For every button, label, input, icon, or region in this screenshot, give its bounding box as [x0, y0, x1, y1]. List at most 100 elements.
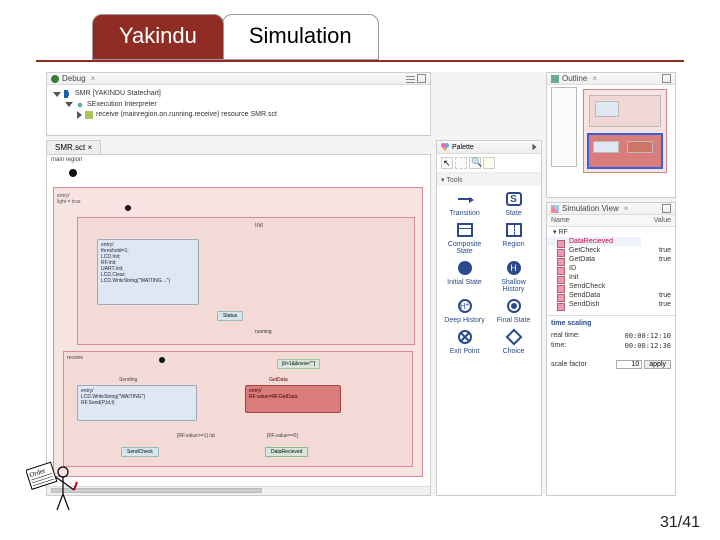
- diagram-canvas[interactable]: main region entry/ light = true Init ent…: [46, 154, 431, 496]
- cell-name: SendData: [547, 291, 641, 300]
- minimize-icon[interactable]: [662, 204, 671, 213]
- note-tool[interactable]: [483, 157, 495, 169]
- cell-name: ID: [547, 264, 641, 273]
- debug-engine-row[interactable]: SExecution Interpreter: [53, 100, 424, 111]
- pal-region[interactable]: Region: [490, 221, 537, 255]
- close-icon[interactable]: ×: [91, 74, 96, 83]
- palette-icon: [441, 143, 449, 151]
- sim-root-row[interactable]: ▾ RF: [547, 227, 675, 238]
- scale-input[interactable]: [616, 360, 642, 369]
- outline-icon: [551, 75, 559, 83]
- ide-screenshot: Debug × SMR [YAKINDU Statechart] SExecut…: [46, 72, 676, 496]
- palette-header: Palette: [437, 141, 541, 154]
- palette-pane: Palette ↖ 🔍 ▾ Tools Transition SState Co…: [436, 140, 542, 496]
- initial-node[interactable]: [159, 357, 165, 363]
- stackframe-icon: [85, 111, 93, 119]
- running-label: running: [255, 329, 272, 335]
- pal-final[interactable]: Final State: [490, 297, 537, 324]
- cell-value: [641, 282, 675, 291]
- editor-pane: SMR.sct × main region entry/ light = tru…: [46, 140, 431, 496]
- initial-node[interactable]: [69, 169, 77, 177]
- menu-icon[interactable]: [406, 74, 415, 83]
- state-datarecieved[interactable]: DataRecieved: [265, 447, 308, 457]
- simtime-row: time: 00:00:12:36: [547, 341, 675, 351]
- table-row[interactable]: SendDatatrue: [547, 291, 675, 300]
- cell-value: [641, 264, 675, 273]
- state-init-label: Init: [255, 223, 263, 229]
- pal-exit[interactable]: Exit Point: [441, 328, 488, 355]
- pal-choice[interactable]: Choice: [490, 328, 537, 355]
- expand-icon[interactable]: [65, 102, 73, 107]
- initial-node[interactable]: [125, 205, 131, 211]
- title-tabs: Yakindu Simulation: [92, 14, 379, 60]
- editor-tab[interactable]: SMR.sct ×: [46, 140, 101, 154]
- pal-composite[interactable]: Composite State: [441, 221, 488, 255]
- pal-state[interactable]: SState: [490, 190, 537, 217]
- simulation-view-pane: Simulation View × Name Value ▾ RF DataRe…: [546, 202, 676, 496]
- pal-shallow[interactable]: HShallow History: [490, 259, 537, 293]
- pal-label: Exit Point: [450, 348, 480, 355]
- outline-title: Outline: [562, 74, 587, 83]
- palette-section: ▾ Tools: [437, 173, 541, 186]
- debug-engine: SExecution Interpreter: [87, 100, 157, 111]
- pal-label: State: [505, 210, 521, 217]
- debug-launch-row[interactable]: SMR [YAKINDU Statechart]: [53, 89, 424, 100]
- marquee-tool[interactable]: [455, 157, 467, 169]
- minimize-icon[interactable]: [662, 74, 671, 83]
- table-row[interactable]: GetChecktrue: [547, 246, 675, 255]
- tab-yakindu: Yakindu: [92, 14, 224, 60]
- tab-simulation: Simulation: [222, 14, 379, 60]
- palette-section-label: Tools: [446, 177, 462, 184]
- apply-button[interactable]: apply: [644, 360, 671, 369]
- cell-value: true: [641, 300, 675, 309]
- state-status[interactable]: Status: [217, 311, 243, 321]
- col-name[interactable]: Name: [547, 215, 641, 227]
- state-getdata[interactable]: entry/ RF.value=RF.GetData: [245, 385, 341, 413]
- pal-label: Region: [502, 241, 524, 248]
- table-row[interactable]: ID: [547, 264, 675, 273]
- sending-label: Sending: [119, 377, 137, 383]
- table-row[interactable]: GetDatatrue: [547, 255, 675, 264]
- select-tool[interactable]: ↖: [441, 157, 453, 169]
- debug-toolbar: [406, 74, 426, 83]
- simview-title: Simulation View: [562, 204, 619, 213]
- realtime-label: real time:: [551, 332, 580, 340]
- table-row[interactable]: DataRecieved: [547, 237, 675, 246]
- cell-name: GetData: [547, 255, 641, 264]
- time-scaling-title: time scaling: [547, 315, 675, 331]
- pal-label: Transition: [449, 210, 479, 217]
- table-row[interactable]: SendCheck: [547, 282, 675, 291]
- pal-initial[interactable]: Initial State: [441, 259, 488, 293]
- editor-scrollbar[interactable]: [47, 486, 430, 495]
- outline-pane: Outline ×: [546, 72, 676, 198]
- cell-value: [641, 273, 675, 282]
- table-row[interactable]: SendDishtrue: [547, 300, 675, 309]
- state-init[interactable]: entry/ threshold=1; LCD.Init; RF.Init; U…: [97, 239, 199, 305]
- collapse-icon[interactable]: [533, 144, 537, 150]
- pal-label: Deep History: [444, 317, 484, 324]
- pal-label: Choice: [503, 348, 525, 355]
- zoom-tool[interactable]: 🔍: [469, 157, 481, 169]
- state-sendcheck[interactable]: SendCheck: [121, 447, 159, 457]
- col-value[interactable]: Value: [641, 215, 675, 227]
- cell-name: DataRecieved: [547, 237, 641, 246]
- collapse-icon[interactable]: [77, 111, 82, 119]
- close-icon[interactable]: ×: [592, 74, 597, 83]
- close-icon[interactable]: ×: [624, 204, 629, 213]
- pal-deep[interactable]: H*Deep History: [441, 297, 488, 324]
- simview-title-bar: Simulation View ×: [547, 203, 675, 215]
- expand-icon[interactable]: [53, 92, 61, 97]
- realtime-value: 00:00:12:10: [625, 332, 671, 340]
- debug-frame-row[interactable]: receive (mainregion.on.running.receive) …: [53, 110, 424, 121]
- table-row[interactable]: Init: [547, 273, 675, 282]
- editor-tab-label: SMR.sct: [55, 143, 85, 152]
- pal-transition[interactable]: Transition: [441, 190, 488, 217]
- region-label: main region: [51, 157, 82, 163]
- minimize-icon[interactable]: [417, 74, 426, 83]
- state-sending[interactable]: entry/ LCD.WriteString("WAITING") RF.Sen…: [77, 385, 197, 421]
- close-icon[interactable]: ×: [87, 143, 92, 152]
- pal-label: Final State: [497, 317, 530, 324]
- cell-name: Init: [547, 273, 641, 282]
- outline-body[interactable]: [547, 85, 675, 177]
- debug-launch: SMR [YAKINDU Statechart]: [75, 89, 161, 100]
